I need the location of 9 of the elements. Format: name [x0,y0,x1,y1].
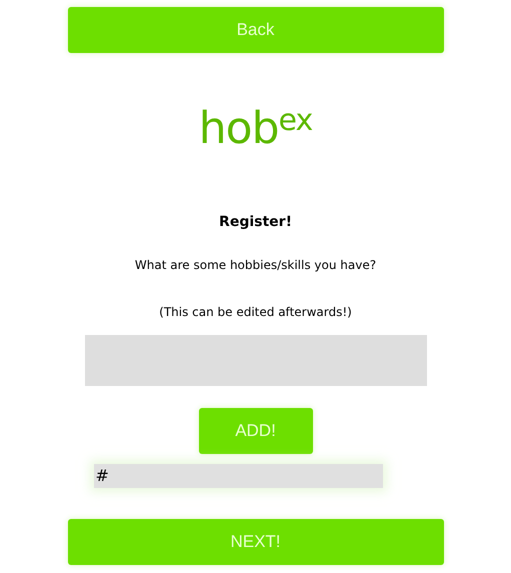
edit-note: (This can be edited afterwards!) [159,304,352,320]
hobex-logo: hob$^{ex}$ [198,103,312,155]
next-button[interactable]: NEXT! [68,519,444,565]
hashtag-field[interactable]: # [94,464,382,488]
add-button[interactable]: ADD! [198,408,312,454]
register-heading: Register! [219,213,292,231]
back-button[interactable]: Back [68,7,444,53]
hobbies-field[interactable] [84,335,426,386]
hobbies-question: What are some hobbies/skills you have? [134,257,376,273]
